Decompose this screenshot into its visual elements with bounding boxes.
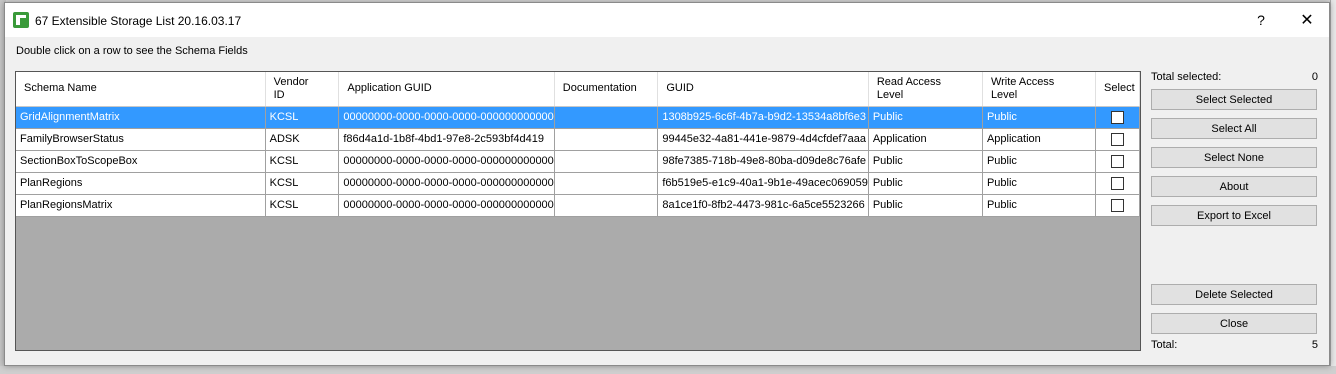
table-row[interactable]: PlanRegions KCSL 00000000-0000-0000-0000… bbox=[16, 172, 1140, 195]
cell-select bbox=[1095, 172, 1140, 195]
cell-read-access[interactable]: Public bbox=[868, 106, 983, 129]
table-row[interactable]: SectionBoxToScopeBox KCSL 00000000-0000-… bbox=[16, 150, 1140, 173]
cell-write-access[interactable]: Public bbox=[982, 194, 1097, 217]
cell-schema-name[interactable]: GridAlignmentMatrix bbox=[16, 106, 266, 129]
cell-documentation[interactable] bbox=[554, 106, 659, 129]
title-bar[interactable]: 67 Extensible Storage List 20.16.03.17 ?… bbox=[5, 3, 1329, 37]
cell-select bbox=[1095, 194, 1140, 217]
total-row: Total: 5 bbox=[1151, 339, 1318, 351]
total-selected-row: Total selected: 0 bbox=[1151, 71, 1318, 83]
cell-application-guid[interactable]: 00000000-0000-0000-0000-000000000000 bbox=[338, 172, 555, 195]
column-header-schema-name[interactable]: Schema Name bbox=[16, 72, 266, 107]
export-to-excel-button[interactable]: Export to Excel bbox=[1151, 205, 1317, 226]
background-app-right-edge bbox=[1330, 0, 1336, 374]
cell-vendor-id[interactable]: ADSK bbox=[265, 128, 340, 151]
cell-read-access[interactable]: Public bbox=[868, 194, 983, 217]
cell-schema-name[interactable]: FamilyBrowserStatus bbox=[16, 128, 266, 151]
background-app-bottom-edge bbox=[0, 366, 1336, 374]
column-header-write-access-level[interactable]: Write Access Level bbox=[982, 72, 1097, 107]
column-header-read-access-level[interactable]: Read Access Level bbox=[868, 72, 983, 107]
column-header-documentation[interactable]: Documentation bbox=[554, 72, 659, 107]
cell-write-access[interactable]: Public bbox=[982, 172, 1097, 195]
cell-read-access[interactable]: Application bbox=[868, 128, 983, 151]
cell-application-guid[interactable]: f86d4a1d-1b8f-4bd1-97e8-2c593bf4d419 bbox=[338, 128, 555, 151]
schema-grid[interactable]: Schema Name Vendor ID Application GUID D… bbox=[15, 71, 1141, 351]
column-header-select[interactable]: Select bbox=[1095, 72, 1140, 107]
cell-vendor-id[interactable]: KCSL bbox=[265, 194, 340, 217]
cell-write-access[interactable]: Public bbox=[982, 106, 1097, 129]
cell-select bbox=[1095, 150, 1140, 173]
total-label: Total: bbox=[1151, 339, 1178, 351]
cell-documentation[interactable] bbox=[554, 150, 659, 173]
cell-guid[interactable]: 99445e32-4a81-441e-9879-4d4cfdef7aaa bbox=[657, 128, 869, 151]
close-icon[interactable]: ✕ bbox=[1285, 3, 1329, 37]
cell-vendor-id[interactable]: KCSL bbox=[265, 150, 340, 173]
cell-documentation[interactable] bbox=[554, 172, 659, 195]
cell-guid[interactable]: 8a1ce1f0-8fb2-4473-981c-6a5ce5523266 bbox=[657, 194, 869, 217]
column-header-vendor-id[interactable]: Vendor ID bbox=[265, 72, 340, 107]
row-select-checkbox[interactable] bbox=[1111, 132, 1125, 146]
cell-schema-name[interactable]: SectionBoxToScopeBox bbox=[16, 150, 266, 173]
cell-vendor-id[interactable]: KCSL bbox=[265, 106, 340, 129]
cell-vendor-id[interactable]: KCSL bbox=[265, 172, 340, 195]
row-select-checkbox[interactable] bbox=[1111, 110, 1125, 124]
column-header-application-guid[interactable]: Application GUID bbox=[338, 72, 555, 107]
cell-guid[interactable]: 1308b925-6c6f-4b7a-b9d2-13534a8bf6e3 bbox=[657, 106, 869, 129]
app-logo-icon bbox=[13, 12, 29, 28]
cell-select bbox=[1095, 106, 1140, 129]
help-button[interactable]: ? bbox=[1239, 3, 1283, 37]
cell-write-access[interactable]: Public bbox=[982, 150, 1097, 173]
schema-table: Schema Name Vendor ID Application GUID D… bbox=[16, 72, 1140, 217]
row-select-checkbox[interactable] bbox=[1111, 176, 1125, 190]
cell-select bbox=[1095, 128, 1140, 151]
table-row[interactable]: GridAlignmentMatrix KCSL 00000000-0000-0… bbox=[16, 106, 1140, 129]
table-header-row: Schema Name Vendor ID Application GUID D… bbox=[16, 72, 1140, 107]
cell-schema-name[interactable]: PlanRegionsMatrix bbox=[16, 194, 266, 217]
cell-write-access[interactable]: Application bbox=[982, 128, 1097, 151]
total-selected-label: Total selected: bbox=[1151, 71, 1222, 83]
window-title: 67 Extensible Storage List 20.16.03.17 bbox=[35, 14, 242, 28]
cell-schema-name[interactable]: PlanRegions bbox=[16, 172, 266, 195]
table-row[interactable]: PlanRegionsMatrix KCSL 00000000-0000-000… bbox=[16, 194, 1140, 217]
cell-guid[interactable]: f6b519e5-e1c9-40a1-9b1e-49acec069059 bbox=[657, 172, 869, 195]
column-header-guid[interactable]: GUID bbox=[657, 72, 869, 107]
cell-documentation[interactable] bbox=[554, 128, 659, 151]
row-select-checkbox[interactable] bbox=[1111, 198, 1125, 212]
extensible-storage-dialog: 67 Extensible Storage List 20.16.03.17 ?… bbox=[4, 2, 1330, 366]
cell-read-access[interactable]: Public bbox=[868, 150, 983, 173]
table-row[interactable]: FamilyBrowserStatus ADSK f86d4a1d-1b8f-4… bbox=[16, 128, 1140, 151]
about-button[interactable]: About bbox=[1151, 176, 1317, 197]
cell-guid[interactable]: 98fe7385-718b-49e8-80ba-d09de8c76afe bbox=[657, 150, 869, 173]
cell-documentation[interactable] bbox=[554, 194, 659, 217]
total-selected-value: 0 bbox=[1311, 71, 1318, 83]
delete-selected-button[interactable]: Delete Selected bbox=[1151, 284, 1317, 305]
cell-read-access[interactable]: Public bbox=[868, 172, 983, 195]
select-selected-button[interactable]: Select Selected bbox=[1151, 89, 1317, 110]
cell-application-guid[interactable]: 00000000-0000-0000-0000-000000000000 bbox=[338, 150, 555, 173]
close-button[interactable]: Close bbox=[1151, 313, 1317, 334]
row-select-checkbox[interactable] bbox=[1111, 154, 1125, 168]
instruction-text: Double click on a row to see the Schema … bbox=[16, 45, 248, 57]
cell-application-guid[interactable]: 00000000-0000-0000-0000-000000000000 bbox=[338, 194, 555, 217]
select-all-button[interactable]: Select All bbox=[1151, 118, 1317, 139]
total-value: 5 bbox=[1311, 339, 1318, 351]
select-none-button[interactable]: Select None bbox=[1151, 147, 1317, 168]
cell-application-guid[interactable]: 00000000-0000-0000-0000-000000000000 bbox=[338, 106, 555, 129]
